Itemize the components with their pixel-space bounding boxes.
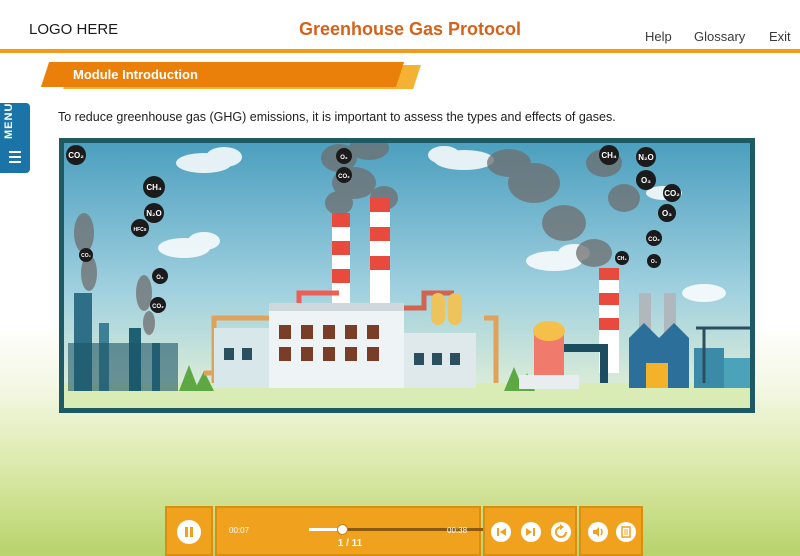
molecule-label: N₂O	[638, 153, 654, 162]
molecule-label: CO₂	[648, 237, 660, 243]
menu-label: MENU	[3, 102, 15, 139]
previous-button[interactable]	[491, 522, 511, 542]
time-total: 00:38	[447, 526, 468, 535]
module-title: Module Introduction	[73, 67, 198, 82]
transcript-icon	[621, 526, 631, 538]
molecule-label: CO₂	[152, 304, 164, 310]
hamburger-icon	[9, 151, 21, 166]
module-banner: Module Introduction	[40, 62, 421, 90]
molecule-label: CH₄	[601, 151, 617, 160]
slide-counter: 1 / 11	[337, 538, 363, 549]
molecule-label: O₃	[662, 209, 672, 218]
seek-thumb[interactable]	[337, 524, 349, 535]
molecule-label: O₃	[156, 275, 164, 281]
header-divider	[0, 49, 800, 53]
molecule-label: HFCs	[133, 227, 146, 233]
time-elapsed: 00:07	[229, 526, 250, 535]
help-link[interactable]: Help	[645, 29, 672, 44]
course-title: Greenhouse Gas Protocol	[298, 19, 522, 39]
header-bar: LOGO HERE Greenhouse Gas Protocol Help G…	[0, 0, 800, 53]
skip-forward-icon	[526, 528, 535, 536]
pause-icon	[185, 527, 193, 537]
pause-button[interactable]	[177, 520, 201, 544]
skip-back-icon	[497, 528, 506, 536]
molecule-label: CO₂	[664, 189, 680, 198]
next-button[interactable]	[521, 522, 541, 542]
volume-button[interactable]	[588, 522, 608, 542]
transcript-button[interactable]	[616, 522, 636, 542]
glossary-link[interactable]: Glossary	[694, 29, 745, 44]
molecule-label: N₂O	[146, 209, 162, 218]
navigation-panel	[483, 506, 577, 556]
molecule-label: CO₂	[81, 253, 91, 259]
exit-link[interactable]: Exit	[769, 29, 791, 44]
intro-text: To reduce greenhouse gas (GHG) emissions…	[58, 110, 616, 124]
molecule-label: O₃	[651, 259, 658, 265]
molecule-label: CO₂	[68, 151, 84, 160]
molecule-label: CH₄	[146, 183, 162, 192]
factory-illustration: CO₂ CH₄ N₂O HFCs O₃ CO₂ CO₂ O₃ CH₄ N₂O O…	[59, 138, 755, 413]
molecule-label: O₃	[641, 176, 651, 185]
pause-panel	[165, 506, 213, 556]
replay-button[interactable]	[551, 522, 571, 542]
replay-icon	[555, 524, 567, 538]
molecule-label: CH₄	[617, 256, 627, 262]
audio-panel	[579, 506, 643, 556]
media-player: 00:07 00:38 1 / 11	[165, 506, 645, 556]
timeline-panel: 00:07 00:38 1 / 11	[215, 506, 494, 556]
menu-tab[interactable]: MENU	[0, 103, 30, 173]
molecule-label: O₃	[340, 155, 348, 161]
molecule-label: CO₂	[338, 174, 350, 180]
volume-icon	[593, 527, 603, 537]
